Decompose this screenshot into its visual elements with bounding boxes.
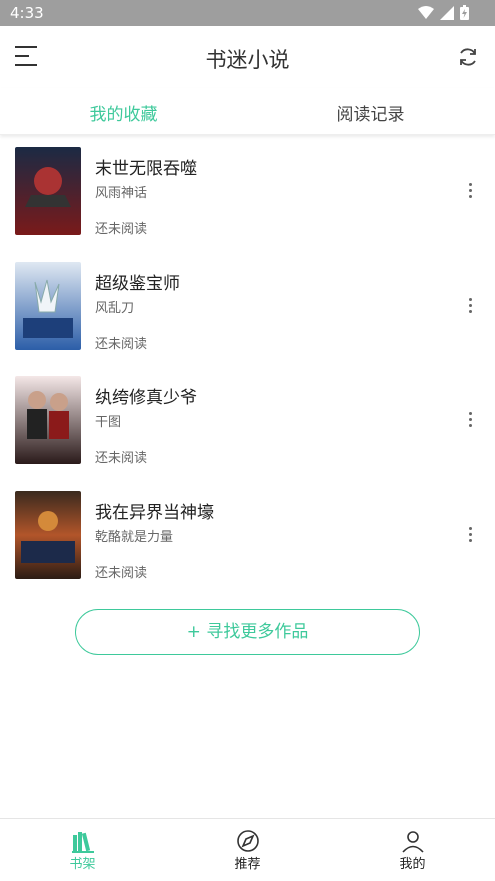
- status-icons: [418, 5, 469, 20]
- tab-bar: 我的收藏 阅读记录: [0, 88, 495, 135]
- book-author: 风乱刀: [95, 300, 135, 316]
- nav-label: 推荐: [234, 857, 261, 872]
- status-bar: 4:33: [0, 0, 495, 26]
- more-options-icon[interactable]: [467, 183, 473, 201]
- book-status: 还未阅读: [95, 222, 148, 237]
- compass-icon: [237, 830, 259, 852]
- app-title: 书迷小说: [205, 48, 290, 72]
- book-item[interactable]: 我在异界当神壕 乾酪就是力量 还未阅读: [0, 484, 495, 599]
- book-item[interactable]: 超级鉴宝师 风乱刀 还未阅读: [0, 255, 495, 370]
- nav-item-bookshelf[interactable]: 书架: [0, 819, 165, 881]
- more-options-icon[interactable]: [467, 526, 473, 545]
- book-cover: [15, 147, 81, 235]
- tab-favorites[interactable]: 我的收藏: [0, 100, 247, 125]
- nav-label: 书架: [69, 857, 96, 872]
- book-title: 我在异界当神壕: [95, 502, 214, 523]
- more-options-icon[interactable]: [467, 297, 473, 316]
- find-more-button[interactable]: + 寻找更多作品: [75, 609, 420, 655]
- book-title: 超级鉴宝师: [95, 273, 180, 294]
- book-status: 还未阅读: [95, 451, 148, 466]
- nav-label: 我的: [399, 857, 426, 872]
- book-cover: [15, 261, 81, 350]
- user-icon: [402, 831, 424, 853]
- book-title: 纨绔修真少爷: [95, 388, 197, 408]
- book-item[interactable]: 末世无限吞噬 风雨神话 还未阅读: [0, 140, 495, 255]
- book-author: 乾酪就是力量: [95, 529, 174, 545]
- book-status: 还未阅读: [95, 336, 148, 352]
- status-time: 4:33: [10, 4, 44, 22]
- book-author: 风雨神话: [95, 186, 148, 201]
- book-title: 末世无限吞噬: [95, 159, 197, 179]
- book-status: 还未阅读: [95, 565, 148, 581]
- battery-icon: [460, 5, 469, 20]
- app-bar: 书迷小说: [0, 26, 495, 88]
- nav-item-recommend[interactable]: 推荐: [165, 819, 330, 881]
- book-cover: [15, 376, 81, 464]
- book-list: 末世无限吞噬 风雨神话 还未阅读 超级鉴宝师 风乱刀 还未阅读 纨绔修真少爷 干…: [0, 140, 495, 598]
- book-cover: [15, 490, 81, 579]
- book-item[interactable]: 纨绔修真少爷 干图 还未阅读: [0, 369, 495, 484]
- refresh-icon[interactable]: [457, 46, 479, 68]
- bottom-nav: 书架 推荐 我的: [0, 818, 495, 881]
- tab-reading-history[interactable]: 阅读记录: [247, 100, 494, 125]
- wifi-icon: [418, 5, 434, 19]
- book-author: 干图: [95, 415, 122, 430]
- bookshelf-icon: [72, 832, 94, 853]
- more-options-icon[interactable]: [467, 412, 473, 430]
- nav-item-mine[interactable]: 我的: [330, 819, 495, 881]
- signal-icon: [440, 5, 454, 20]
